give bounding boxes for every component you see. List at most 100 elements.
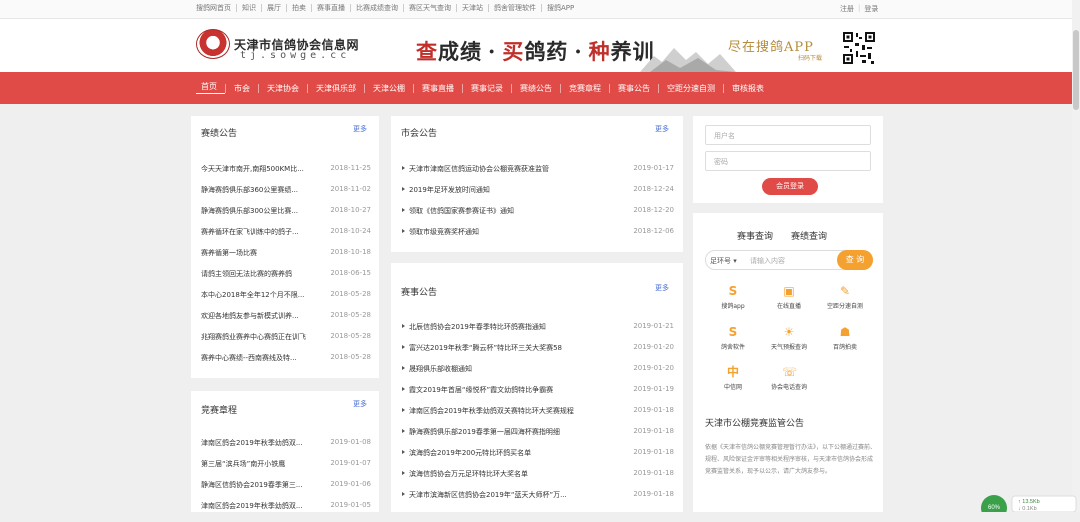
list-item-title[interactable]: 津南区鸽会2019年秋季幼鸽双关赛特比环大奖赛规程 xyxy=(401,406,574,416)
list-item[interactable]: 领取《信鸽国家赛参赛证书》通知 2018-12-20 xyxy=(401,206,674,227)
site-logo-icon[interactable] xyxy=(196,29,230,59)
top-link[interactable]: 比赛成绩查询 xyxy=(350,4,403,12)
list-item[interactable]: 晟翔俱乐部收棚通知 2019-01-20 xyxy=(401,364,674,385)
list-item[interactable]: 领取市级竞赛奖杯通知 2018-12-06 xyxy=(401,227,674,248)
list-item-title[interactable]: 静海区信鸽协会2019春季第三... xyxy=(201,480,303,490)
list-item[interactable]: 赛养循环在家飞训练中的鸽子... 2018-10-24 xyxy=(201,227,371,248)
list-item-title[interactable]: 滨海鸽会2019年200元特比环鸽买名单 xyxy=(401,448,531,458)
jingsai-more-link[interactable]: 更多 xyxy=(353,399,367,409)
quick-link[interactable]: ▣ 在线直播 xyxy=(769,284,809,310)
quick-link[interactable]: ✎ 空距分速自测 xyxy=(825,284,865,310)
member-login-button[interactable]: 会员登录 xyxy=(762,178,818,195)
list-item[interactable]: 欢迎各地鸽友参与新模式训养... 2018-05-28 xyxy=(201,311,371,332)
saishi-more-link[interactable]: 更多 xyxy=(655,283,669,293)
nav-item[interactable]: 天津俱乐部 xyxy=(307,83,364,93)
list-item[interactable]: 静海区信鸽协会2019春季第三... 2019-01-06 xyxy=(201,480,371,501)
list-item[interactable]: 静海赛鸽俱乐部2019春季第一届四海杯赛指明细 2019-01-18 xyxy=(401,427,674,448)
top-link[interactable]: 知识 xyxy=(236,4,261,12)
list-item-title[interactable]: 晟翔俱乐部收棚通知 xyxy=(401,364,472,374)
quick-link[interactable]: ☀ 天气预报查询 xyxy=(769,325,809,351)
list-item-title[interactable]: 领取市级竞赛奖杯通知 xyxy=(401,227,479,237)
top-link[interactable]: 赛事直播 xyxy=(311,4,350,12)
list-item-title[interactable]: 天津市滨海新区信鸽协会2019年“蓝天大师杯”万... xyxy=(401,490,567,500)
top-link[interactable]: 搜鸽APP xyxy=(541,4,579,12)
top-link[interactable]: 拍卖 xyxy=(286,4,311,12)
tab-event-query[interactable]: 赛事查询 xyxy=(737,229,773,242)
list-item-title[interactable]: 静海赛鸽俱乐部300公里比赛... xyxy=(201,206,298,216)
list-item[interactable]: 2019年足环发放时间通知 2018-12-24 xyxy=(401,185,674,206)
list-item-title[interactable]: 霞文2019年首届“缘悦杯”霞文幼鸽特比争霸赛 xyxy=(401,385,553,395)
tab-result-query[interactable]: 赛绩查询 xyxy=(791,229,827,242)
username-input[interactable]: 用户名 xyxy=(705,125,871,145)
query-type-select[interactable]: 足环号 ▾ xyxy=(710,256,737,266)
login-link[interactable]: 登录 xyxy=(864,4,878,14)
list-item-title[interactable]: 静海赛鸽俱乐部2019春季第一届四海杯赛指明细 xyxy=(401,427,560,437)
top-link[interactable]: 赛区天气查询 xyxy=(403,4,456,12)
list-item[interactable]: 津南区鸽会2019年秋季幼鸽双关赛特比环大奖赛规程 2019-01-18 xyxy=(401,406,674,427)
top-link[interactable]: 天津站 xyxy=(456,4,488,12)
list-item[interactable]: 今天天津市南开,南翔500KM比... 2018-11-25 xyxy=(201,164,371,185)
list-item[interactable]: 静海赛鸽俱乐部360公里赛绩... 2018-11-02 xyxy=(201,185,371,206)
list-item[interactable]: 本中心2018年全年12个月不限... 2018-05-28 xyxy=(201,290,371,311)
list-item-title[interactable]: 赛养循第一场比赛 xyxy=(201,248,257,258)
quick-link[interactable]: ☏ 协会电话查询 xyxy=(769,365,809,391)
query-button[interactable]: 查 询 xyxy=(837,250,873,270)
shihui-more-link[interactable]: 更多 xyxy=(655,124,669,134)
scrollbar-thumb[interactable] xyxy=(1073,30,1079,110)
nav-item[interactable]: 竞赛章程 xyxy=(560,83,609,93)
list-item-title[interactable]: 津南区鸽会2019年秋季幼鸽双... xyxy=(201,501,303,511)
list-item-title[interactable]: 赛养中心赛绩--西南赛线及特... xyxy=(201,353,297,363)
password-input[interactable]: 密码 xyxy=(705,151,871,171)
list-item[interactable]: 天津市滨海新区信鸽协会2019年“蓝天大师杯”万... 2019-01-18 xyxy=(401,490,674,511)
nav-item[interactable]: 天津协会 xyxy=(258,83,307,93)
list-item[interactable]: 赛养循第一场比赛 2018-10-18 xyxy=(201,248,371,269)
nav-item[interactable]: 赛事直播 xyxy=(413,83,462,93)
nav-item[interactable]: 审核报表 xyxy=(723,83,772,93)
page-scrollbar[interactable] xyxy=(1072,0,1080,512)
register-link[interactable]: 注册 xyxy=(840,4,854,14)
nav-item[interactable]: 空距分速自测 xyxy=(658,83,723,93)
list-item-title[interactable]: 欢迎各地鸽友参与新模式训养... xyxy=(201,311,299,321)
nav-item[interactable]: 赛事记录 xyxy=(462,83,511,93)
list-item-title[interactable]: 今天天津市南开,南翔500KM比... xyxy=(201,164,304,174)
list-item[interactable]: 请鸽主领回无法比赛的赛养鸽 2018-06-15 xyxy=(201,269,371,290)
list-item[interactable]: 天津市津南区信鸽运动协会公棚竞赛获准监管 2019-01-17 xyxy=(401,164,674,185)
list-item[interactable]: 兆翔赛鸽业赛养中心赛鸽正在训飞 2018-05-28 xyxy=(201,332,371,353)
list-item-title[interactable]: 领取《信鸽国家赛参赛证书》通知 xyxy=(401,206,514,216)
list-item-title[interactable]: 天津市津南区信鸽运动协会公棚竞赛获准监管 xyxy=(401,164,549,174)
list-item[interactable]: 滨海信鸽协会万元足环特比环大奖名单 2019-01-18 xyxy=(401,469,674,490)
list-item[interactable]: 北辰信鸽协会2019年春季特比环鸽赛指通知 2019-01-21 xyxy=(401,322,674,343)
list-item[interactable]: 滨海鸽会2019年200元特比环鸽买名单 2019-01-18 xyxy=(401,448,674,469)
list-item-title[interactable]: 赛养循环在家飞训练中的鸽子... xyxy=(201,227,299,237)
list-item[interactable]: 赛养中心赛绩--西南赛线及特... 2018-05-28 xyxy=(201,353,371,374)
list-item-title[interactable]: 2019年足环发放时间通知 xyxy=(401,185,490,195)
query-input[interactable]: 请输入内容 xyxy=(750,256,785,266)
list-item-title[interactable]: 津南区鸽会2019年秋季幼鸽双... xyxy=(201,438,303,448)
list-item-title[interactable]: 富兴达2019年秋季“腾云杯”特比环三关大奖赛58 xyxy=(401,343,562,353)
nav-item[interactable]: 天津公棚 xyxy=(364,83,413,93)
quick-link[interactable]: S 搜鸽app xyxy=(713,284,753,310)
list-item-title[interactable]: 滨海信鸽协会万元足环特比环大奖名单 xyxy=(401,469,528,479)
list-item-title[interactable]: 本中心2018年全年12个月不限... xyxy=(201,290,304,300)
list-item[interactable]: 津南区鸽会2019年秋季幼鸽双... 2019-01-08 xyxy=(201,438,371,459)
list-item[interactable]: 第三届“滨兵场”南开小铁鹰 2019-01-07 xyxy=(201,459,371,480)
quick-link[interactable]: 中中信网 xyxy=(713,365,753,391)
nav-item[interactable]: 市会 xyxy=(225,83,258,93)
list-item-title[interactable]: 静海赛鸽俱乐部360公里赛绩... xyxy=(201,185,298,195)
top-link[interactable]: 展厅 xyxy=(261,4,286,12)
nav-item[interactable]: 首页 xyxy=(196,82,225,94)
list-item[interactable]: 霞文2019年首届“缘悦杯”霞文幼鸽特比争霸赛 2019-01-19 xyxy=(401,385,674,406)
list-item-title[interactable]: 北辰信鸽协会2019年春季特比环鸽赛指通知 xyxy=(401,322,546,332)
list-item-title[interactable]: 兆翔赛鸽业赛养中心赛鸽正在训飞 xyxy=(201,332,306,342)
nav-item[interactable]: 赛事公告 xyxy=(609,83,658,93)
saiji-more-link[interactable]: 更多 xyxy=(353,124,367,134)
top-link[interactable]: 搜鸽网首页 xyxy=(196,4,236,12)
list-item[interactable]: 富兴达2019年秋季“腾云杯”特比环三关大奖赛58 2019-01-20 xyxy=(401,343,674,364)
list-item[interactable]: 静海赛鸽俱乐部300公里比赛... 2018-10-27 xyxy=(201,206,371,227)
list-item-title[interactable]: 第三届“滨兵场”南开小铁鹰 xyxy=(201,459,285,469)
nav-item[interactable]: 赛绩公告 xyxy=(511,83,560,93)
top-link[interactable]: 鸽舍管理软件 xyxy=(488,4,541,12)
quick-link[interactable]: S 鸽舍软件 xyxy=(713,325,753,351)
list-item-title[interactable]: 请鸽主领回无法比赛的赛养鸽 xyxy=(201,269,292,279)
quick-link[interactable]: ☗ 百鸽拍卖 xyxy=(825,325,865,351)
